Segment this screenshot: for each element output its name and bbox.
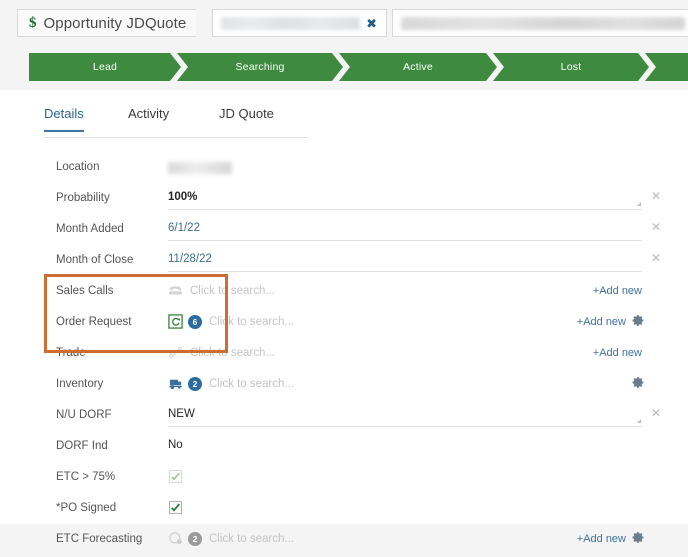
search-placeholder: Click to search... — [209, 532, 294, 545]
field-label: N/U DORF — [56, 409, 112, 421]
field-row-inventory: Inventory 2 Click to search... — [0, 371, 688, 402]
stage-lost[interactable]: Lost — [493, 53, 649, 81]
search-placeholder: Click to search... — [190, 284, 275, 297]
add-new-sales-call[interactable]: +Add new — [593, 285, 642, 297]
record-title-box: $ Opportunity JDQuote — [17, 9, 197, 37]
redacted-value-secondary — [401, 16, 685, 30]
order-request-count-badge: 6 — [188, 314, 202, 329]
inventory-tractor-icon — [169, 379, 182, 390]
field-row-sales-calls: Sales Calls Click to search... +Add new — [0, 278, 688, 309]
field-value-group[interactable]: Click to search... — [168, 283, 275, 298]
field-row-location: Location — [0, 154, 688, 185]
etc-forecasting-icon — [169, 532, 182, 545]
field-label: *PO Signed — [56, 502, 117, 514]
field-label: Inventory — [56, 378, 104, 390]
opportunity-detail-screen: $ Opportunity JDQuote ✖ Lead Searching A… — [0, 0, 688, 546]
field-value[interactable]: NEW — [168, 408, 195, 420]
stage-searching[interactable]: Searching — [177, 53, 343, 81]
clear-field-icon[interactable]: ✕ — [651, 252, 661, 264]
field-row-nu-dorf: N/U DORF NEW ✕ — [0, 402, 688, 433]
field-row-dorf-ind: DORF Ind No — [0, 433, 688, 464]
stage-label: Active — [403, 61, 433, 73]
field-row-month-of-close: Month of Close 11/28/22 ✕ — [0, 247, 688, 278]
clear-field-icon[interactable]: ✕ — [651, 190, 661, 202]
field-label: Trade — [56, 347, 86, 359]
tab-activity[interactable]: Activity — [128, 106, 169, 130]
field-row-month-added: Month Added 6/1/22 ✕ — [0, 216, 688, 247]
stage-active[interactable]: Active — [339, 53, 497, 81]
field-underline — [168, 209, 642, 210]
field-value-group[interactable]: 6 Click to search... — [168, 314, 294, 329]
details-panel: Details Activity JD Quote Location Proba… — [0, 90, 688, 546]
tab-jd-quote[interactable]: JD Quote — [219, 106, 274, 130]
search-placeholder: Click to search... — [209, 377, 294, 390]
clear-primary-icon[interactable]: ✖ — [360, 17, 386, 30]
stage-label: Lead — [92, 61, 118, 73]
field-label: ETC Forecasting — [56, 533, 143, 545]
stage-label: Searching — [235, 61, 285, 73]
redacted-value-primary — [221, 16, 361, 30]
field-underline — [168, 271, 642, 272]
clear-field-icon[interactable]: ✕ — [651, 221, 661, 233]
field-label: Month of Close — [56, 254, 134, 266]
field-label: DORF Ind — [56, 440, 108, 452]
field-row-probability: Probability 100% ✕ — [0, 185, 688, 216]
field-label: Probability — [56, 192, 110, 204]
etc-gt-75-checkbox[interactable] — [169, 470, 182, 483]
field-value: No — [168, 439, 183, 451]
field-underline — [168, 240, 642, 241]
field-row-trade: Trade Click to search... +Add new — [0, 340, 688, 371]
inventory-settings-gear-icon[interactable] — [632, 376, 645, 389]
field-value-group[interactable]: 2 Click to search... — [168, 376, 294, 391]
stage-label: Lost — [560, 61, 582, 73]
po-signed-checkbox[interactable] — [169, 501, 182, 514]
add-new-trade[interactable]: +Add new — [593, 347, 642, 359]
field-label: Month Added — [56, 223, 124, 235]
stage-next[interactable] — [645, 53, 688, 81]
search-placeholder: Click to search... — [209, 315, 294, 328]
field-underline — [168, 426, 642, 427]
stage-progress-bar: Lead Searching Active Lost — [0, 53, 688, 81]
clear-field-icon[interactable]: ✕ — [651, 407, 661, 419]
trade-icon — [169, 346, 182, 359]
header-search-field-secondary[interactable] — [392, 9, 688, 37]
search-placeholder: Click to search... — [190, 346, 275, 359]
add-new-order-request[interactable]: +Add new — [577, 316, 626, 328]
field-row-po-signed: *PO Signed — [0, 495, 688, 526]
page-title: Opportunity JDQuote — [43, 14, 187, 32]
resize-handle-icon[interactable] — [637, 419, 641, 423]
dollar-icon: $ — [29, 14, 37, 31]
order-request-settings-gear-icon[interactable] — [632, 314, 645, 327]
field-value[interactable]: 6/1/22 — [168, 222, 200, 234]
resize-handle-icon[interactable] — [637, 202, 641, 206]
field-value[interactable]: 100% — [168, 191, 197, 203]
header-search-field-primary[interactable]: ✖ — [212, 9, 387, 37]
field-label: ETC > 75% — [56, 471, 116, 483]
field-row-etc-forecasting: ETC Forecasting 2 Click to search... +Ad… — [0, 526, 688, 557]
add-new-etc-forecasting[interactable]: +Add new — [577, 533, 626, 545]
tab-bar: Details Activity JD Quote — [44, 106, 308, 138]
redacted-field-value — [168, 162, 232, 174]
field-value-group[interactable]: 2 Click to search... — [168, 531, 294, 546]
phone-icon — [169, 286, 182, 295]
order-request-icon — [168, 314, 183, 329]
header-bar: $ Opportunity JDQuote ✖ — [0, 0, 688, 46]
field-label: Location — [56, 161, 100, 173]
field-list: Location Probability 100% ✕ Month Added … — [0, 154, 688, 557]
field-row-order-request: Order Request 6 Click to search... +Add … — [0, 309, 688, 340]
field-value-group[interactable]: Click to search... — [168, 345, 275, 360]
inventory-count-badge: 2 — [188, 376, 202, 391]
stage-lead[interactable]: Lead — [29, 53, 181, 81]
field-value[interactable]: 11/28/22 — [168, 253, 212, 265]
field-row-etc-gt-75: ETC > 75% — [0, 464, 688, 495]
tab-details[interactable]: Details — [44, 106, 84, 132]
etc-forecasting-settings-gear-icon[interactable] — [632, 531, 645, 544]
field-label: Order Request — [56, 316, 132, 328]
field-label: Sales Calls — [56, 285, 114, 297]
etc-forecasting-count-badge: 2 — [188, 531, 202, 546]
